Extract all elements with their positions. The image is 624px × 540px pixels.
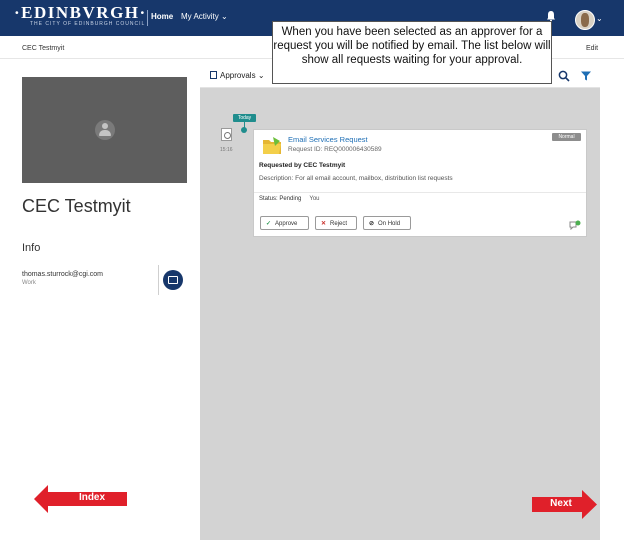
user-avatar[interactable] <box>575 10 595 30</box>
document-icon <box>210 71 217 79</box>
status-label: Status: Pending <box>259 196 302 202</box>
hold-icon: ⊘ <box>369 221 375 227</box>
nav-home-link[interactable]: Home <box>151 12 173 21</box>
info-heading: Info <box>22 242 41 254</box>
on-hold-label: On Hold <box>378 221 401 227</box>
profile-name: CEC Testmyit <box>22 196 131 216</box>
mail-icon <box>168 276 178 284</box>
approvals-filter-dropdown[interactable]: Approvals ⌄ <box>210 71 265 80</box>
card-divider <box>254 192 586 193</box>
request-description: Description: For all email account, mail… <box>259 175 453 182</box>
close-icon: ✕ <box>321 221 327 227</box>
approve-label: Approve <box>275 221 298 227</box>
status-approver: You <box>309 196 320 202</box>
index-label[interactable]: Index <box>67 492 117 503</box>
logo-subtitle: THE CITY OF EDINBURGH COUNCIL <box>30 21 146 27</box>
nav-my-activity-menu[interactable]: My Activity ⌄ <box>181 12 228 21</box>
person-icon <box>95 120 115 140</box>
priority-badge: Normal <box>552 133 581 141</box>
feed-time: 15:16 <box>220 147 233 153</box>
nav-my-activity-label: My Activity <box>181 12 219 21</box>
contact-divider <box>158 265 159 295</box>
check-icon: ✓ <box>266 221 272 227</box>
reject-button[interactable]: ✕ Reject <box>315 216 357 230</box>
approval-status: Status: Pending You <box>259 196 320 202</box>
next-label[interactable]: Next <box>538 498 584 509</box>
chevron-down-icon: ⌄ <box>221 12 228 21</box>
request-type-icon <box>221 128 232 141</box>
funnel-icon[interactable] <box>580 70 592 82</box>
approve-button[interactable]: ✓ Approve <box>260 216 309 230</box>
chevron-down-icon: ⌄ <box>257 71 265 80</box>
nav-divider <box>147 10 148 26</box>
request-id: Request ID: REQ000006430589 <box>288 146 382 153</box>
requested-by: Requested by CEC Testmyit <box>259 162 346 169</box>
edinburgh-logo[interactable]: ·EDINBVRGH· <box>14 3 147 23</box>
timeline-dot <box>241 127 247 133</box>
request-title-link[interactable]: Email Services Request <box>288 135 368 144</box>
email-type-label: Work <box>22 280 36 286</box>
search-icon[interactable] <box>558 70 570 82</box>
folder-icon <box>263 137 281 154</box>
approvals-filter-label: Approvals <box>220 71 256 80</box>
comment-icon[interactable] <box>569 220 581 230</box>
reject-label: Reject <box>330 221 348 227</box>
chevron-down-icon[interactable]: ⌄ <box>596 14 603 23</box>
email-address: thomas.sturrock@cgi.com <box>22 271 104 278</box>
send-email-button[interactable] <box>163 270 183 290</box>
on-hold-button[interactable]: ⊘ On Hold <box>363 216 411 230</box>
instruction-callout: When you have been selected as an approv… <box>272 21 552 84</box>
edit-link[interactable]: Edit <box>586 45 598 52</box>
profile-breadcrumb: CEC Testmyit <box>22 45 65 52</box>
timeline-today-label: Today <box>233 114 256 122</box>
